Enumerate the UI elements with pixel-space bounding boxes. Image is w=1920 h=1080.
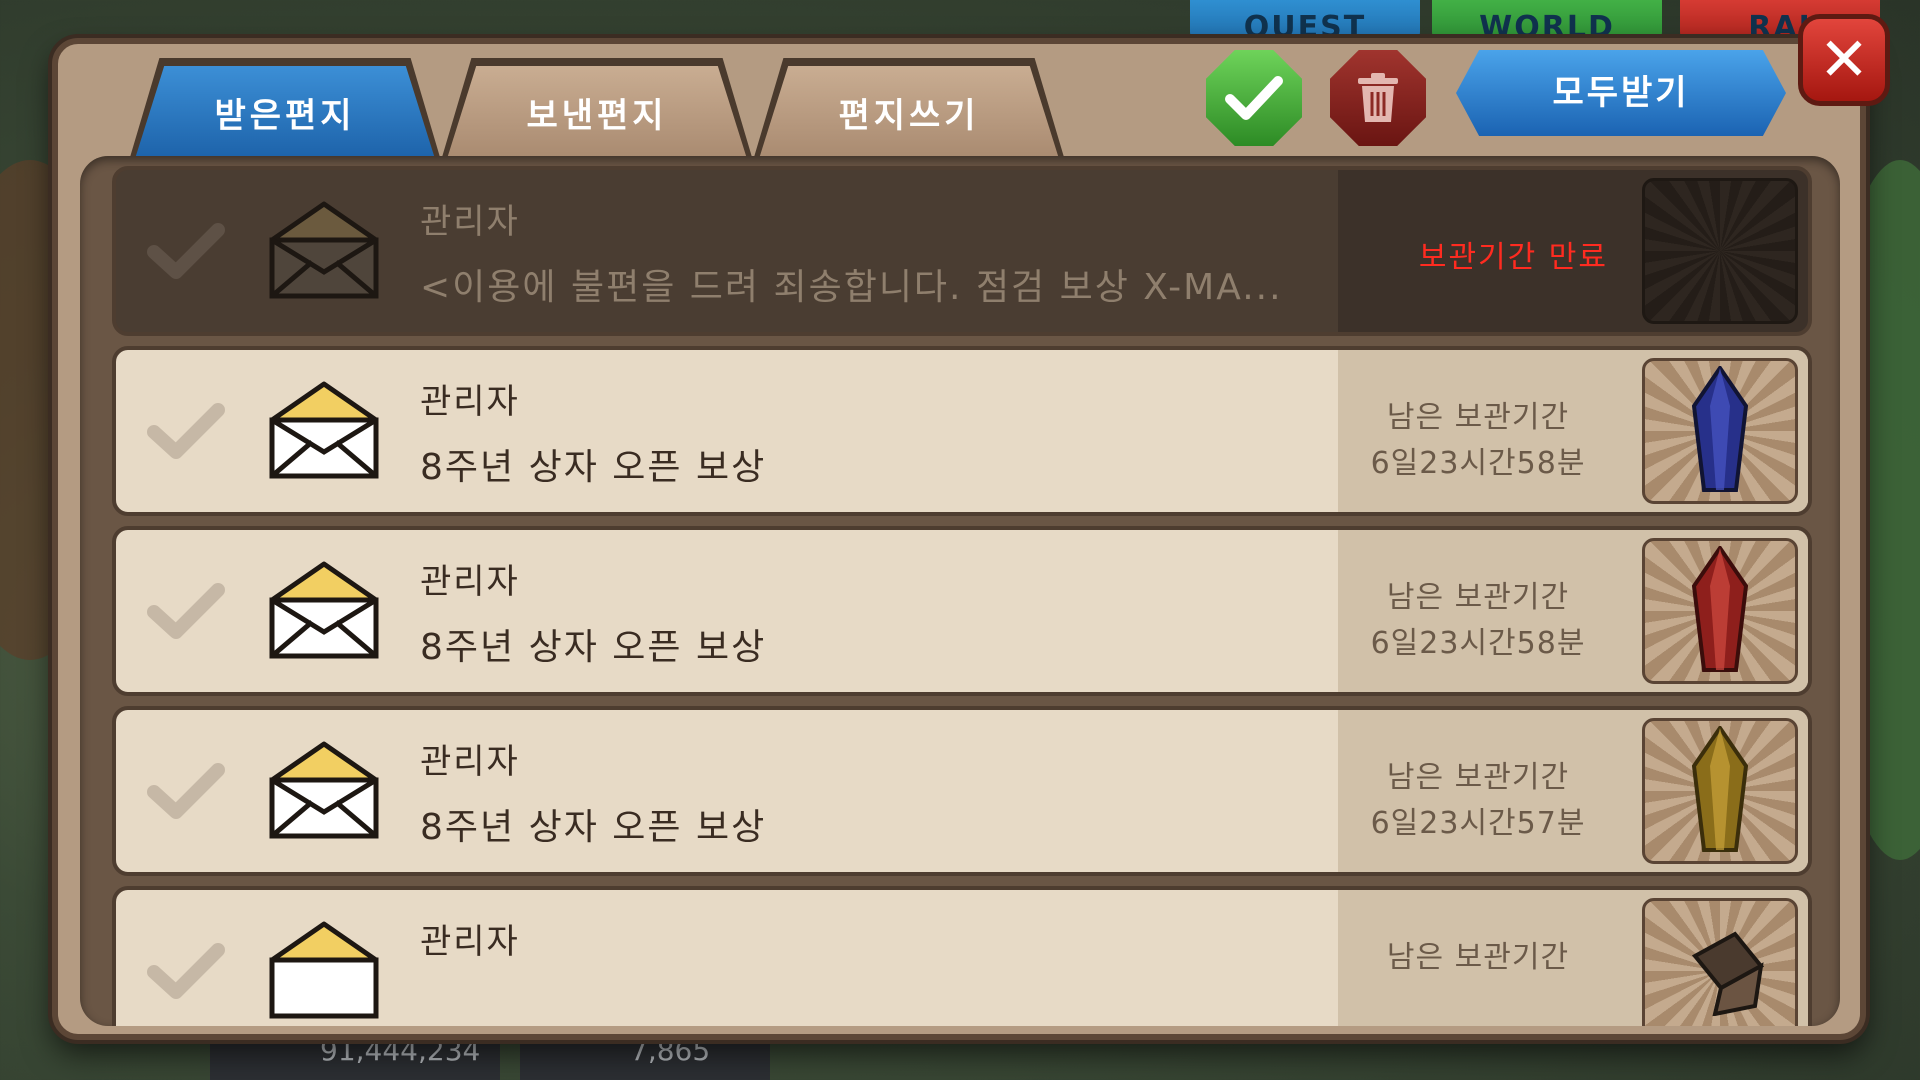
mail-sender: 관리자 <box>420 202 520 242</box>
mail-subject: 8주년 상자 오픈 보상 <box>420 627 767 668</box>
select-checkbox[interactable] <box>146 582 226 642</box>
mail-row[interactable]: 관리자 8주년 상자 오픈 보상 남은 보관기간 6일23시간57분 <box>112 706 1812 876</box>
reward-slot[interactable] <box>1642 538 1798 684</box>
remaining-label: 남은 보관기간 <box>1386 400 1570 435</box>
close-button[interactable]: ✕ <box>1798 14 1890 106</box>
delete-button[interactable] <box>1330 50 1426 146</box>
mail-subject: 8주년 상자 오픈 보상 <box>420 447 767 488</box>
mail-sender: 관리자 <box>420 742 520 782</box>
remaining-label: 남은 보관기간 <box>1386 580 1570 615</box>
select-checkbox[interactable] <box>146 942 226 1002</box>
select-all-button[interactable] <box>1206 50 1302 146</box>
reward-slot-empty <box>1642 178 1798 324</box>
envelope-icon <box>269 381 379 479</box>
red-crystal-icon <box>1691 546 1749 672</box>
mail-row[interactable]: 관리자 <이용에 불편을 드려 죄송합니다. 점검 보상 X-MA... 보관기… <box>112 166 1812 336</box>
envelope-icon <box>269 561 379 659</box>
reward-slot[interactable] <box>1642 718 1798 864</box>
select-checkbox[interactable] <box>146 402 226 462</box>
mail-row[interactable]: 관리자 남은 보관기간 <box>112 886 1812 1026</box>
remaining-time: 6일23시간58분 <box>1370 626 1586 661</box>
remaining-time: 6일23시간58분 <box>1370 446 1586 481</box>
mail-subject: 8주년 상자 오픈 보상 <box>420 807 767 848</box>
tab-write[interactable]: 편지쓰기 <box>758 66 1060 162</box>
reward-slot[interactable] <box>1642 898 1798 1026</box>
check-icon <box>1225 76 1283 120</box>
tab-received[interactable]: 받은편지 <box>134 66 436 162</box>
mail-list[interactable]: 관리자 <이용에 불편을 드려 죄송합니다. 점검 보상 X-MA... 보관기… <box>80 156 1840 1026</box>
tab-sent[interactable]: 보낸편지 <box>446 66 748 162</box>
reward-slot[interactable] <box>1642 358 1798 504</box>
dark-item-icon <box>1691 931 1765 1016</box>
claim-all-button[interactable]: 모두받기 <box>1456 50 1786 136</box>
close-icon: ✕ <box>1818 25 1870 95</box>
mailbox-panel: 받은편지 보낸편지 편지쓰기 모두받기 ✕ 관리자 <이용에 불편을 드려 죄송… <box>52 14 1890 1040</box>
remaining-label: 남은 보관기간 <box>1386 760 1570 795</box>
mail-row[interactable]: 관리자 8주년 상자 오픈 보상 남은 보관기간 6일23시간58분 <box>112 526 1812 696</box>
blue-crystal-icon <box>1691 366 1749 492</box>
envelope-opened-icon <box>269 201 379 299</box>
remaining-label: 남은 보관기간 <box>1386 940 1570 975</box>
remaining-time: 6일23시간57분 <box>1370 806 1586 841</box>
mail-expired-status: 보관기간 만료 <box>1418 240 1608 275</box>
envelope-icon <box>269 741 379 839</box>
envelope-icon <box>269 921 379 1019</box>
select-checkbox[interactable] <box>146 222 226 282</box>
mail-row[interactable]: 관리자 8주년 상자 오픈 보상 남은 보관기간 6일23시간58분 <box>112 346 1812 516</box>
mail-subject: <이용에 불편을 드려 죄송합니다. 점검 보상 X-MA... <box>420 267 1283 308</box>
gold-crystal-icon <box>1691 726 1749 852</box>
trash-icon <box>1358 73 1398 122</box>
mail-sender: 관리자 <box>420 382 520 422</box>
mail-sender: 관리자 <box>420 922 520 962</box>
mail-sender: 관리자 <box>420 562 520 602</box>
select-checkbox[interactable] <box>146 762 226 822</box>
